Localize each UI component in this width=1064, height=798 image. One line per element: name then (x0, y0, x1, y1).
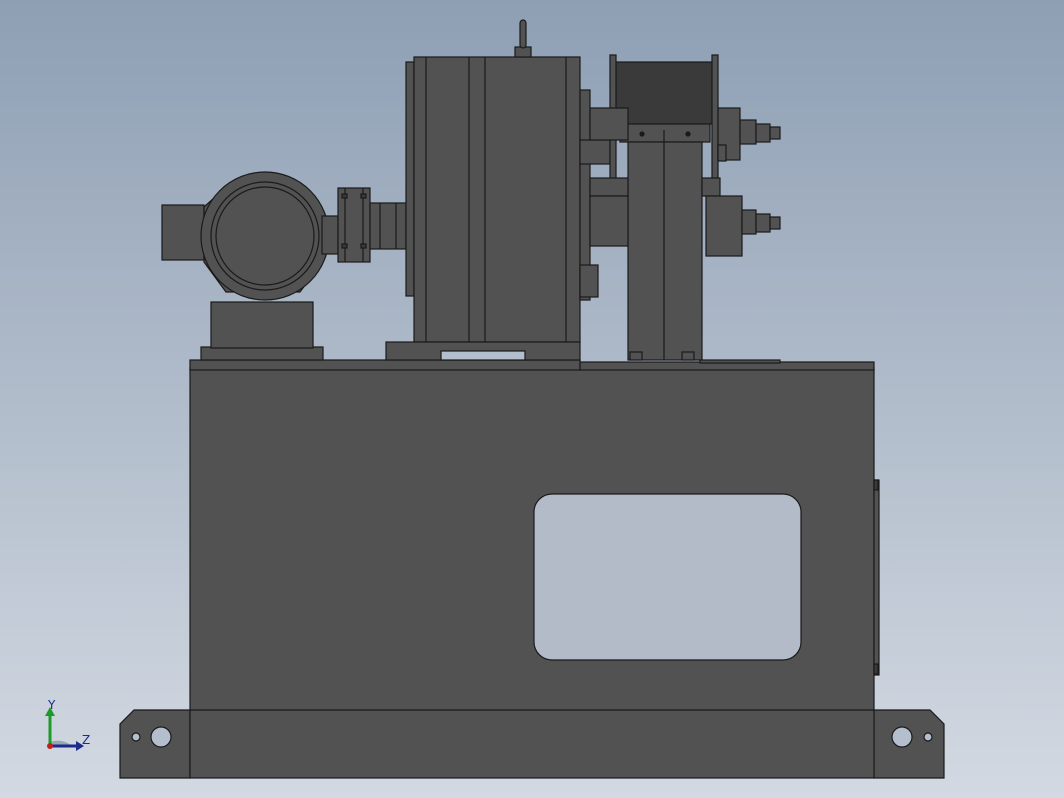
lifting-eye[interactable] (514, 19, 532, 58)
valve-cap (614, 61, 716, 125)
cad-viewport[interactable]: Y Z (0, 0, 1064, 798)
coupling-flange[interactable] (337, 187, 371, 263)
motor-pedestal-base (200, 346, 324, 361)
base-plate (189, 709, 875, 779)
valve-support (627, 141, 703, 361)
triad-y-label: Y (48, 698, 56, 712)
mounting-foot-left[interactable] (119, 709, 191, 779)
mounting-foot-right[interactable] (873, 709, 945, 779)
shaft-coupling (369, 202, 407, 250)
triad-z-label: Z (82, 733, 91, 747)
model-view[interactable] (0, 0, 1064, 798)
outlet-fitting-upper[interactable] (717, 107, 781, 161)
outlet-fitting-lower[interactable] (705, 195, 781, 257)
motor-pedestal[interactable] (210, 301, 314, 349)
pump-housing[interactable] (413, 56, 581, 343)
coordinate-triad: Y Z (40, 698, 100, 754)
valve-block[interactable] (619, 123, 711, 143)
side-strip (873, 479, 880, 676)
tank-lid (189, 359, 581, 371)
inspection-window[interactable] (533, 493, 802, 661)
motor-fan-cover (161, 204, 205, 261)
